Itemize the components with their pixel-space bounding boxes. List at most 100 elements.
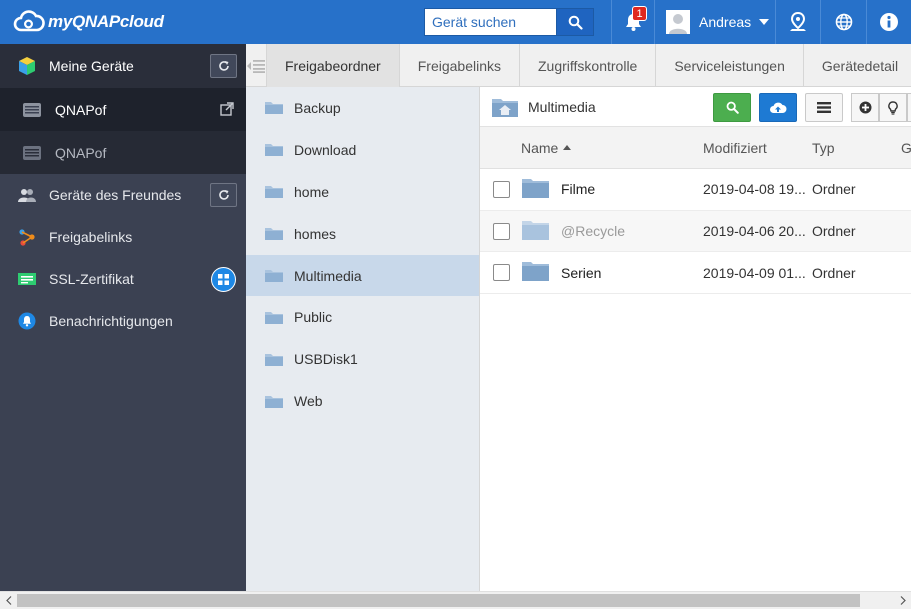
friends-icon [16,187,38,203]
path-bar: Multimedia [480,87,911,127]
search-icon [726,101,739,114]
cloud-upload-icon [769,101,787,115]
folder-label: USBDisk1 [294,351,358,368]
upload-button[interactable] [759,93,797,122]
chevron-down-icon [759,19,770,25]
folder-item-backup[interactable]: Backup [246,87,479,129]
search-files-button[interactable] [713,93,751,122]
folder-label: Backup [294,99,341,116]
tab-shared-folders[interactable]: Freigabeordner [267,44,400,87]
toolbar [713,93,911,122]
scroll-left-button[interactable] [0,592,17,609]
external-link-icon[interactable] [220,102,234,116]
file-name: Serien [561,264,602,281]
share-link-icon [16,228,38,246]
file-name: Filme [561,181,596,198]
column-header-extra[interactable]: G [901,140,911,156]
column-header-name[interactable]: Name [521,139,572,156]
sidebar-item-friends-devices[interactable]: Geräte des Freundes [0,174,246,216]
table-row[interactable]: Serien 2019-04-09 01... Ordner [480,252,911,295]
tab-access-control[interactable]: Zugriffskontrolle [520,44,657,87]
notifications-button[interactable]: 1 [611,0,654,44]
ssl-badge[interactable] [211,266,236,292]
avatar [666,10,690,34]
column-header-type[interactable]: Typ [812,140,835,156]
sidebar-item-notifications[interactable]: Benachrichtigungen [0,300,246,342]
refresh-friends-button[interactable] [210,183,237,207]
create-button[interactable] [851,93,879,122]
sidebar-item-label: Freigabelinks [49,229,133,245]
sidebar-item-share-links[interactable]: Freigabelinks [0,216,246,258]
folder-item-homes[interactable]: homes [246,213,479,255]
folder-list: Backup Download home homes Multimedia Pu… [246,87,480,591]
search-button[interactable] [557,8,594,36]
device-qnapof-active[interactable]: QNAPof [0,88,246,131]
folder-label: Public [294,309,333,326]
collapse-menu-button[interactable] [246,44,267,87]
row-checkbox[interactable] [493,264,510,282]
view-mode-button[interactable] [805,93,843,122]
folder-icon [264,394,284,409]
folder-label: Web [294,393,323,410]
folder-item-public[interactable]: Public [246,296,479,338]
tab-share-links[interactable]: Freigabelinks [400,44,520,87]
refresh-icon [218,189,230,201]
refresh-devices-button[interactable] [210,54,237,78]
notification-icon [16,312,38,330]
refresh-icon [218,60,230,72]
horizontal-scrollbar[interactable] [0,591,911,609]
device-search-input[interactable] [424,8,557,36]
folder-item-home[interactable]: home [246,171,479,213]
logo[interactable]: myQNAPcloud [13,10,164,34]
folder-icon [264,226,284,241]
tips-button[interactable] [879,93,907,122]
folder-item-multimedia[interactable]: Multimedia [246,254,479,297]
row-checkbox[interactable] [493,222,510,240]
file-type: Ordner [812,181,856,198]
column-header-modified[interactable]: Modifiziert [703,140,767,156]
device-search [424,8,594,36]
table-header: Name Modifiziert Typ G [480,127,911,169]
home-folder-icon[interactable] [491,96,519,118]
tab-device-details[interactable]: Gerätedetail [804,44,911,87]
folder-icon [264,184,284,199]
user-menu[interactable]: Andreas [654,0,775,44]
file-name: @Recycle [561,223,626,240]
table-row[interactable]: @Recycle 2019-04-06 20... Ordner [480,210,911,253]
tab-bar: Freigabeordner Freigabelinks Zugriffskon… [246,44,911,87]
scroll-right-button[interactable] [894,592,911,609]
sidebar-item-label: Meine Geräte [49,58,134,74]
file-type: Ordner [812,264,856,281]
lightbulb-icon [888,100,898,115]
folder-icon [264,142,284,157]
sidebar-item-ssl-certificate[interactable]: SSL-Zertifikat [0,258,246,300]
folder-label: Download [294,141,357,158]
info-icon [879,12,899,32]
location-pin-icon [789,12,807,32]
folder-label: Multimedia [294,267,362,284]
folder-icon [521,260,550,282]
logo-text: myQNAPcloud [48,12,164,31]
globe-icon [835,13,853,31]
tab-services[interactable]: Serviceleistungen [656,44,804,87]
folder-item-usbdisk1[interactable]: USBDisk1 [246,338,479,380]
device-qnapof-inactive[interactable]: QNAPof [0,131,246,174]
folder-item-download[interactable]: Download [246,129,479,171]
row-checkbox[interactable] [493,180,510,198]
language-button[interactable] [820,0,866,44]
folder-item-web[interactable]: Web [246,380,479,422]
info-button[interactable] [866,0,911,44]
sidebar-item-my-devices[interactable]: Meine Geräte [0,44,246,88]
column-label: Name [521,139,559,156]
search-icon [568,15,583,30]
more-button[interactable] [907,93,911,122]
scrollbar-thumb[interactable] [17,594,860,607]
folder-icon [264,310,284,325]
table-row[interactable]: Filme 2019-04-08 19... Ordner [480,169,911,211]
location-button[interactable] [775,0,820,44]
device-name: QNAPof [55,144,107,161]
file-modified: 2019-04-06 20... [703,223,806,240]
cloud-logo-icon [13,10,45,34]
ssl-certificate-icon [16,271,38,287]
folder-icon [264,352,284,367]
